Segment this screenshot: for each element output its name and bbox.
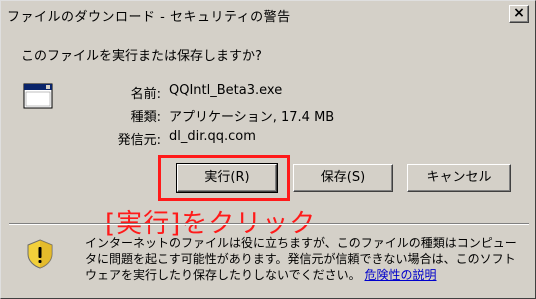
- save-button[interactable]: 保存(S): [293, 164, 393, 192]
- close-icon: ×: [513, 5, 525, 21]
- file-name-value: QQIntl_Beta3.exe: [169, 83, 283, 98]
- highlight-box: [158, 155, 290, 201]
- application-window-icon: [23, 83, 53, 109]
- prompt-question: このファイルを実行または保存しますか?: [21, 49, 262, 64]
- window-title: ファイルのダウンロード - セキュリティの警告: [7, 10, 291, 25]
- title-bar[interactable]: ファイルのダウンロード - セキュリティの警告 ×: [1, 1, 535, 27]
- cancel-button[interactable]: キャンセル: [407, 164, 511, 192]
- shield-warning-icon: [27, 239, 53, 269]
- file-source-value: dl_dir.qq.com: [169, 129, 256, 144]
- file-type-label: 種類:: [130, 110, 161, 125]
- risk-explanation-link[interactable]: 危険性の説明: [364, 268, 436, 282]
- close-button[interactable]: ×: [509, 5, 529, 23]
- file-type-value: アプリケーション, 17.4 MB: [169, 110, 335, 125]
- warning-message: インターネットのファイルは役に立ちますが、このファイルの種類はコンピュータに問題…: [85, 235, 525, 283]
- download-security-dialog: ファイルのダウンロード - セキュリティの警告 × このファイルを実行または保存…: [0, 0, 536, 299]
- warning-text: インターネットのファイルは役に立ちますが、このファイルの種類はコンピュータに問題…: [85, 236, 517, 282]
- divider-highlight: [9, 224, 529, 225]
- file-name-label: 名前:: [130, 87, 161, 102]
- file-source-label: 発信元:: [117, 133, 161, 148]
